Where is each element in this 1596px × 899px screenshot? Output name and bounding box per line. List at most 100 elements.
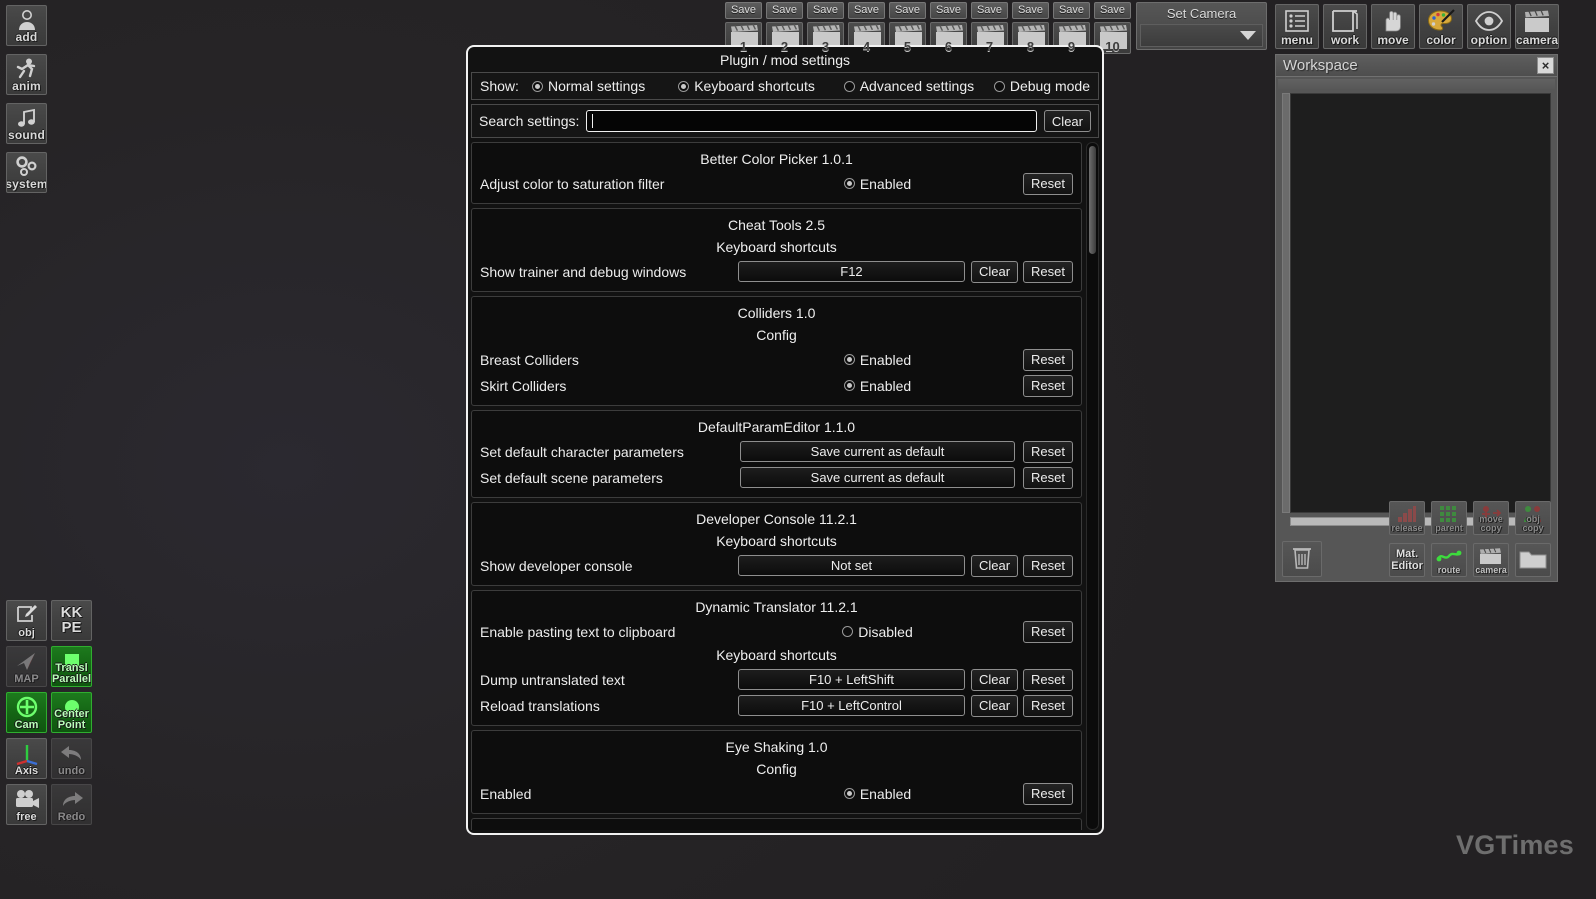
save-button[interactable]: Save [1094, 2, 1131, 19]
dialog-title: Plugin / mod settings [471, 50, 1099, 72]
show-option-debug-mode[interactable]: Debug mode [994, 78, 1090, 94]
plugin-card: DefaultParamEditor 1.1.0 Set default cha… [471, 410, 1082, 498]
plugin-card: Eye Shaking 1.0 Config Enabled Enabled R… [471, 730, 1082, 814]
workspace-object-list[interactable] [1290, 93, 1551, 513]
search-bar: Search settings: Clear [471, 104, 1099, 138]
reset-button[interactable]: Reset [1023, 375, 1073, 397]
rail-button-anim[interactable]: anim [6, 54, 47, 95]
save-button[interactable]: Save [848, 2, 885, 19]
bl-button-map[interactable]: MAP [6, 646, 47, 687]
settings-scrollbar[interactable] [1086, 142, 1099, 830]
plugin-name: Force High Poly 1.2 [480, 824, 1073, 830]
setting-toggle[interactable]: Disabled [842, 624, 912, 640]
reset-button[interactable]: Reset [1023, 783, 1073, 805]
reset-button[interactable]: Reset [1023, 441, 1073, 463]
watermark: VGTimes [1456, 830, 1574, 861]
reset-button[interactable]: Reset [1023, 173, 1073, 195]
tool-button-option[interactable]: option [1467, 4, 1511, 49]
bl-button-redo[interactable]: Redo [51, 784, 92, 825]
set-camera-dropdown[interactable] [1140, 24, 1263, 47]
setting-label: Breast Colliders [480, 352, 732, 368]
reset-button[interactable]: Reset [1023, 621, 1073, 643]
bl-button-cam[interactable]: Cam [6, 692, 47, 733]
workspace-button-route[interactable]: route [1431, 543, 1467, 577]
show-option-label: Normal settings [548, 78, 645, 94]
tool-button-work[interactable]: work [1323, 4, 1367, 49]
workspace-button-obj-copy[interactable]: objcopy [1515, 501, 1551, 535]
shortcut-field[interactable]: Not set [738, 555, 965, 576]
save-button[interactable]: Save [971, 2, 1008, 19]
search-clear-button[interactable]: Clear [1044, 110, 1091, 132]
shortcut-field[interactable]: F10 + LeftShift [738, 669, 965, 690]
radio-dot-icon [994, 81, 1005, 92]
reset-button[interactable]: Reset [1023, 349, 1073, 371]
save-button[interactable]: Save [889, 2, 926, 19]
rail-button-sound[interactable]: sound [6, 103, 47, 144]
save-button[interactable]: Save [1012, 2, 1049, 19]
workspace-button-move-copy[interactable]: movecopy [1473, 501, 1509, 535]
setting-label: Set default character parameters [480, 444, 732, 460]
setting-toggle[interactable]: Enabled [844, 176, 911, 192]
workspace-button-release[interactable]: release [1389, 501, 1425, 535]
reset-button[interactable]: Reset [1023, 467, 1073, 489]
save-button[interactable]: Save [1053, 2, 1090, 19]
show-option-label: Keyboard shortcuts [694, 78, 815, 94]
show-option-normal-settings[interactable]: Normal settings [532, 78, 678, 94]
workspace-button-parent[interactable]: parent [1431, 501, 1467, 535]
show-option-keyboard-shortcuts[interactable]: Keyboard shortcuts [678, 78, 844, 94]
action-button[interactable]: Save current as default [740, 441, 1015, 462]
reset-button[interactable]: Reset [1023, 555, 1073, 577]
save-slot-number: 9 [1068, 40, 1075, 53]
tool-button-camera[interactable]: camera [1515, 4, 1559, 49]
bl-button-kkpe[interactable]: KKPE [51, 600, 92, 641]
close-icon[interactable]: × [1537, 57, 1554, 74]
bl-button-translate-parallel[interactable]: TranslParallel [51, 646, 92, 687]
tool-button-move[interactable]: move [1371, 4, 1415, 49]
bl-button-obj[interactable]: obj [6, 600, 47, 641]
reset-button[interactable]: Reset [1023, 695, 1073, 717]
show-option-advanced-settings[interactable]: Advanced settings [844, 78, 994, 94]
workspace-button-camera[interactable]: camera [1473, 543, 1509, 577]
scrollbar-thumb[interactable] [1089, 146, 1096, 254]
setting-control: Save current as default [738, 441, 1017, 462]
clear-button[interactable]: Clear [971, 669, 1018, 691]
save-slot-number: 4 [863, 40, 870, 53]
reset-button[interactable]: Reset [1023, 669, 1073, 691]
bl-button-center-point[interactable]: CenterPoint [51, 692, 92, 733]
save-button[interactable]: Save [930, 2, 967, 19]
tool-button-color[interactable]: color [1419, 4, 1463, 49]
clear-button[interactable]: Clear [971, 261, 1018, 283]
bl-button-axis[interactable]: Axis [6, 738, 47, 779]
workspace-titlebar[interactable]: Workspace × [1276, 55, 1557, 77]
save-button[interactable]: Save [766, 2, 803, 19]
save-button[interactable]: Save [807, 2, 844, 19]
rail-button-add[interactable]: add [6, 5, 47, 46]
setting-toggle[interactable]: Enabled [844, 352, 911, 368]
rail-button-system[interactable]: system [6, 152, 47, 193]
setting-value: Enabled [860, 352, 911, 368]
tool-button-menu[interactable]: menu [1275, 4, 1319, 49]
workspace-button-material-editor[interactable]: Mat.Editor [1389, 543, 1425, 577]
plugin-card: Cheat Tools 2.5 Keyboard shortcuts Show … [471, 208, 1082, 292]
clear-button[interactable]: Clear [971, 695, 1018, 717]
setting-toggle[interactable]: Enabled [844, 786, 911, 802]
checkbox-icon [844, 178, 855, 189]
gears-icon [7, 155, 46, 179]
save-button[interactable]: Save [725, 2, 762, 19]
shortcut-field[interactable]: F12 [738, 261, 965, 282]
setting-row: Dump untranslated text F10 + LeftShift C… [480, 667, 1073, 692]
search-input[interactable] [586, 110, 1037, 132]
setting-row: Set default character parameters Save cu… [480, 439, 1073, 464]
clear-button[interactable]: Clear [971, 555, 1018, 577]
bl-button-free[interactable]: free [6, 784, 47, 825]
workspace-button-folder[interactable] [1515, 543, 1551, 577]
setting-label: Reload translations [480, 698, 732, 714]
rail-label-system: system [6, 178, 47, 192]
setting-toggle[interactable]: Enabled [844, 378, 911, 394]
reset-button[interactable]: Reset [1023, 261, 1073, 283]
workspace-vertical-scrollbar[interactable] [1282, 93, 1290, 513]
shortcut-field[interactable]: F10 + LeftControl [738, 695, 965, 716]
workspace-button-trash[interactable] [1282, 541, 1322, 577]
action-button[interactable]: Save current as default [740, 467, 1015, 488]
bl-button-undo[interactable]: undo [51, 738, 92, 779]
